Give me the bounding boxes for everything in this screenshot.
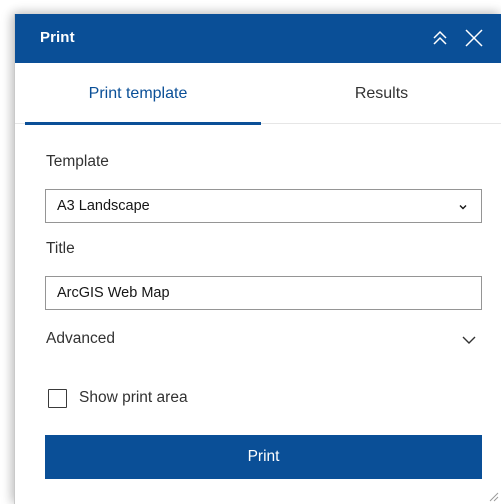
template-select-value: A3 Landscape <box>57 198 150 214</box>
tab-results-label: Results <box>354 84 409 102</box>
tab-print-template[interactable]: Print template <box>15 63 261 125</box>
panel-title: Print <box>40 29 75 46</box>
close-button[interactable] <box>462 26 486 50</box>
active-tab-indicator <box>25 122 261 125</box>
advanced-label: Advanced <box>46 330 115 347</box>
chevron-down-icon <box>459 205 467 210</box>
template-select[interactable]: A3 Landscape <box>45 189 482 223</box>
chevron-down-icon <box>462 336 476 344</box>
title-input[interactable] <box>45 276 482 310</box>
show-print-area-label: Show print area <box>79 389 188 406</box>
close-icon <box>465 29 483 47</box>
collapse-button[interactable] <box>428 26 452 50</box>
show-print-area-checkbox[interactable] <box>48 388 67 408</box>
advanced-toggle[interactable]: Advanced <box>45 322 482 356</box>
show-print-area-option[interactable]: Show print area <box>48 386 188 410</box>
resize-grip-icon[interactable] <box>487 490 499 502</box>
panel-header: Print <box>15 14 501 63</box>
title-label: Title <box>46 240 75 257</box>
double-chevron-up-icon <box>433 30 447 45</box>
tab-results[interactable]: Results <box>261 63 501 124</box>
template-label: Template <box>46 153 109 170</box>
tab-print-template-label: Print template <box>88 84 188 102</box>
print-panel: Print Print template Results Template A3… <box>14 14 501 504</box>
print-button[interactable]: Print <box>45 435 482 479</box>
tab-bar: Print template Results <box>15 63 501 125</box>
